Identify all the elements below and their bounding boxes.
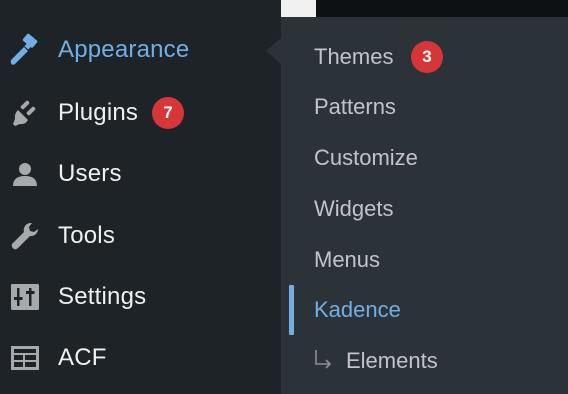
submenu-item-elements[interactable]: Elements <box>281 336 568 386</box>
plugin-icon <box>8 96 42 130</box>
submenu-item-customize[interactable]: Customize <box>281 133 568 183</box>
child-arrow-icon <box>314 349 332 369</box>
menu-item-settings[interactable]: Settings <box>0 266 281 327</box>
current-item-indicator <box>289 285 294 335</box>
menu-item-label: Users <box>58 159 122 187</box>
menu-item-users[interactable]: Users <box>0 143 281 204</box>
admin-sidebar-menu: Appearance Plugins 7 Users Tools Setting… <box>0 0 281 394</box>
menu-item-tools[interactable]: Tools <box>0 205 281 266</box>
paintbrush-icon <box>8 33 42 67</box>
menu-item-label: Appearance <box>58 35 190 63</box>
appearance-submenu: Themes 3 Patterns Customize Widgets Menu… <box>281 17 568 394</box>
submenu-item-label: Widgets <box>314 196 394 221</box>
menu-item-acf[interactable]: ACF <box>0 327 281 388</box>
menu-item-label: Tools <box>58 221 116 249</box>
submenu-item-menus[interactable]: Menus <box>281 235 568 285</box>
submenu-item-label: Menus <box>314 247 381 272</box>
top-strip-dark <box>316 0 568 17</box>
table-icon <box>8 341 42 375</box>
submenu-pointer <box>266 38 281 64</box>
submenu-item-themes[interactable]: Themes 3 <box>281 32 568 82</box>
menu-item-label: ACF <box>58 343 107 371</box>
submenu-item-label: Customize <box>314 145 418 170</box>
menu-item-plugins[interactable]: Plugins 7 <box>0 82 281 143</box>
sliders-icon <box>8 280 42 314</box>
submenu-item-widgets[interactable]: Widgets <box>281 184 568 234</box>
submenu-item-kadence[interactable]: Kadence <box>281 285 568 335</box>
wrench-icon <box>8 219 42 253</box>
top-strip-light <box>281 0 316 17</box>
submenu-item-label: Kadence <box>314 297 401 322</box>
submenu-item-label: Themes <box>314 44 394 69</box>
menu-item-appearance[interactable]: Appearance <box>0 19 281 80</box>
plugin-updates-badge: 7 <box>152 96 184 129</box>
submenu-item-label: Elements <box>346 348 438 373</box>
submenu-item-label: Patterns <box>314 94 396 119</box>
user-icon <box>8 157 42 191</box>
admin-menu-screen: Appearance Plugins 7 Users Tools Setting… <box>0 0 568 394</box>
theme-updates-badge: 3 <box>411 41 443 73</box>
menu-item-label: Settings <box>58 282 147 310</box>
submenu-item-patterns[interactable]: Patterns <box>281 82 568 132</box>
menu-item-label: Plugins <box>58 98 139 126</box>
